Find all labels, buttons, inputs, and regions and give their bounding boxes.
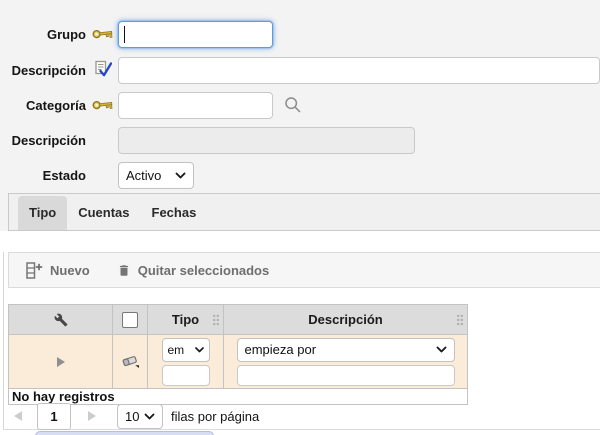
tab-tipo[interactable]: Tipo [18, 196, 67, 230]
header-descripcion-column[interactable]: Descripción [224, 305, 467, 334]
page-size-value: 10 [125, 409, 139, 424]
tipo-column-label: Tipo [172, 312, 199, 327]
grid-header-row: Tipo Descripción [9, 305, 467, 335]
grupo-label: Grupo [0, 27, 86, 42]
screen: Grupo Descripción Categoría [0, 0, 600, 435]
grupo-input[interactable] [118, 21, 273, 48]
select-all-checkbox[interactable] [122, 312, 138, 328]
header-tools-column [9, 305, 113, 334]
tab-fechas[interactable]: Fechas [141, 196, 208, 230]
filter-tipo-cell: em [148, 335, 224, 388]
tipo-filter-input[interactable] [162, 365, 210, 386]
header-tipo-column[interactable]: Tipo [148, 305, 224, 334]
descripcion-column-label: Descripción [308, 312, 382, 327]
tipo-operator-value: em [168, 343, 185, 357]
pagination-bar: 1 10 filas por página [8, 402, 468, 430]
spellcheck-icon [95, 60, 112, 77]
estado-select-value: Activo [126, 168, 161, 183]
chevron-down-icon [175, 172, 186, 179]
wrench-icon [54, 313, 68, 327]
descripcion-filter-input[interactable] [237, 365, 455, 386]
play-icon[interactable] [57, 357, 65, 367]
remove-selected-label: Quitar seleccionados [138, 263, 270, 278]
tab-bar: Tipo Cuentas Fechas [8, 193, 600, 231]
text-caret [124, 26, 125, 43]
descripcion-operator-select[interactable]: empieza por [237, 338, 455, 362]
remove-selected-button[interactable]: Quitar seleccionados [117, 263, 270, 278]
categoria-label: Categoría [0, 98, 86, 113]
trash-icon [117, 263, 131, 278]
filter-descripcion-cell: empieza por [224, 335, 467, 388]
grid-filter-row: em empieza por [9, 335, 467, 389]
descripcion-readonly-input [118, 127, 415, 154]
rows-per-page-label: filas por página [171, 409, 259, 424]
filter-run-cell [9, 335, 113, 388]
chevron-down-icon [144, 413, 155, 420]
drag-dots-icon[interactable] [212, 313, 220, 326]
filter-clear-cell [113, 335, 148, 388]
key-icon [92, 27, 113, 40]
categoria-input[interactable] [118, 92, 273, 119]
descripcion-operator-value: empieza por [245, 342, 317, 357]
eraser-icon[interactable] [121, 354, 140, 369]
chevron-down-icon [195, 347, 204, 353]
chevron-down-icon [436, 346, 447, 353]
page-size-select[interactable]: 10 [117, 404, 163, 429]
new-button[interactable]: Nuevo [26, 262, 90, 279]
tab-cuentas[interactable]: Cuentas [67, 196, 140, 230]
partial-bottom-element [35, 431, 214, 435]
key-icon [92, 98, 113, 111]
next-page-icon[interactable] [88, 411, 96, 421]
header-select-column [113, 305, 148, 334]
tipo-operator-select[interactable]: em [162, 338, 210, 362]
panel-border [3, 252, 4, 429]
current-page-box[interactable]: 1 [37, 403, 71, 430]
descripcion-label: Descripción [0, 63, 86, 78]
drag-dots-icon[interactable] [456, 313, 464, 326]
new-button-label: Nuevo [50, 263, 90, 278]
estado-select[interactable]: Activo [118, 162, 194, 189]
descripcion2-label: Descripción [0, 133, 86, 148]
add-column-icon [26, 262, 43, 279]
descripcion-input[interactable] [118, 57, 600, 84]
search-icon[interactable] [283, 95, 303, 115]
estado-label: Estado [0, 168, 86, 183]
records-grid: Tipo Descripción [8, 304, 468, 405]
grid-toolbar: Nuevo Quitar seleccionados [8, 252, 600, 288]
previous-page-icon[interactable] [14, 411, 22, 421]
